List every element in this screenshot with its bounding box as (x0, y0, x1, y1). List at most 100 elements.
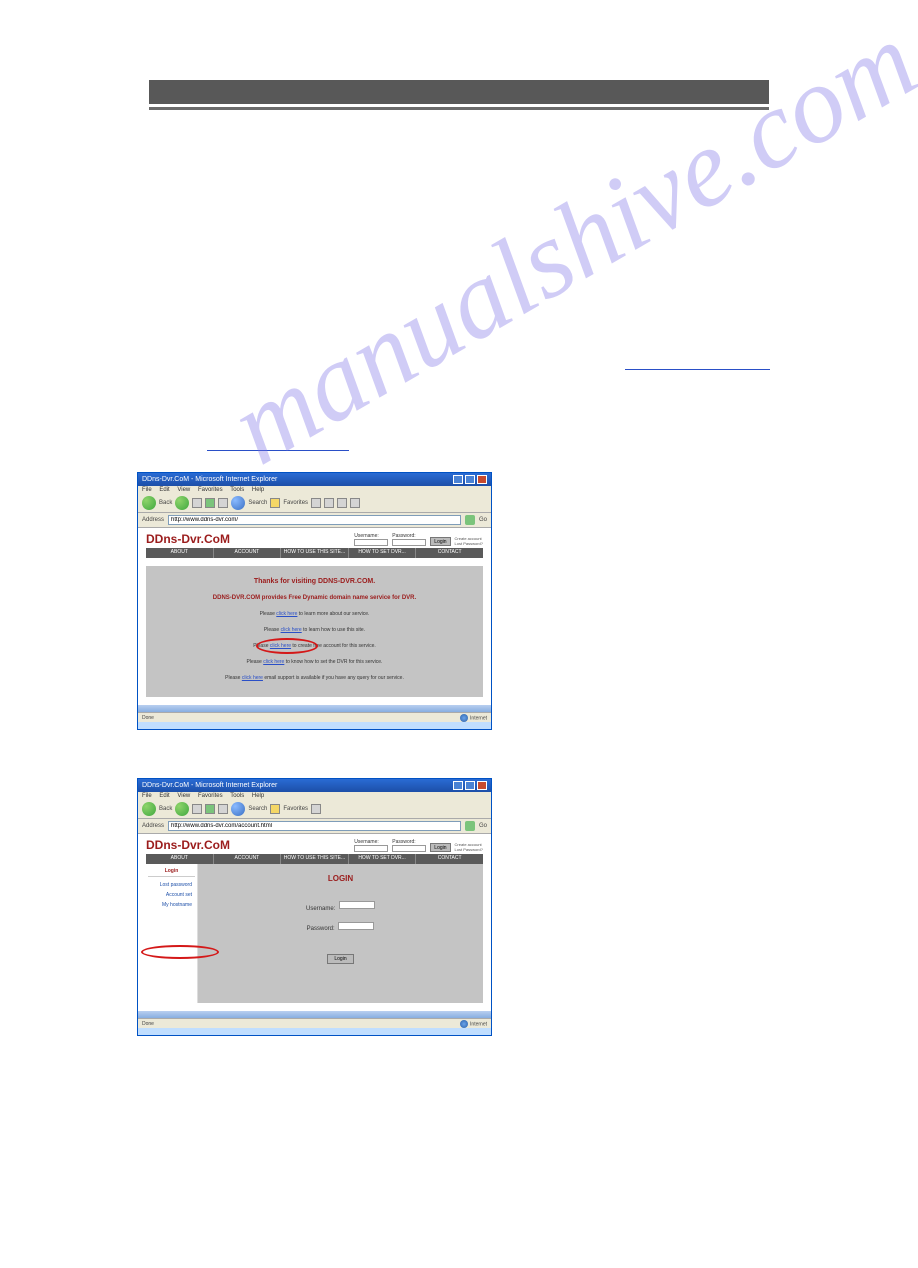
refresh-icon[interactable] (205, 498, 215, 508)
login-submit-button[interactable]: Login (327, 954, 353, 964)
mail-icon[interactable] (324, 498, 334, 508)
link-learn-more[interactable]: click here (276, 611, 297, 617)
nav-howto-dvr[interactable]: HOW TO SET DVR... (349, 548, 417, 558)
doc-header-bar (149, 80, 769, 104)
progress-bar (138, 705, 491, 712)
menu-edit[interactable]: Edit (159, 487, 169, 493)
username-label: Username: (306, 906, 335, 912)
site-nav: ABOUT ACCOUNT HOW TO USE THIS SITE... HO… (146, 548, 483, 558)
status-bar: Done Internet (138, 712, 491, 722)
back-label: Back (159, 500, 172, 506)
nav-account[interactable]: ACCOUNT (214, 548, 282, 558)
inline-login-button[interactable]: Login (430, 537, 450, 546)
edit-icon[interactable] (350, 498, 360, 508)
go-icon[interactable] (465, 515, 475, 525)
annotation-circle-login (141, 945, 219, 959)
nav-contact[interactable]: CONTACT (416, 854, 483, 864)
menu-help[interactable]: Help (252, 487, 264, 493)
sidebar-item-my-hostname[interactable]: My hostname (148, 900, 195, 910)
menu-edit[interactable]: Edit (159, 793, 169, 799)
inline-username-input[interactable] (354, 539, 388, 546)
inline-password-input[interactable] (392, 539, 426, 546)
menu-file[interactable]: File (142, 487, 152, 493)
page-content-1: DDns-Dvr.CoM Username: Password: Login C… (138, 528, 491, 712)
nav-about[interactable]: ABOUT (146, 854, 214, 864)
sidebar-login-head[interactable]: Login (148, 868, 195, 877)
status-done: Done (142, 1021, 154, 1027)
site-header: DDns-Dvr.CoM Username: Password: Login C… (138, 528, 491, 548)
menu-tools[interactable]: Tools (230, 487, 244, 493)
minimize-icon[interactable] (453, 475, 463, 484)
close-icon[interactable] (477, 475, 487, 484)
inline-login: Username: Password: Login Create account… (354, 533, 483, 546)
page2-layout: Login Lost password Account set My hostn… (146, 864, 483, 1003)
go-label: Go (479, 517, 487, 523)
inline-username-input[interactable] (354, 845, 388, 852)
forward-icon[interactable] (175, 496, 189, 510)
inline-password-input[interactable] (392, 845, 426, 852)
maximize-icon[interactable] (465, 781, 475, 790)
favorites-icon[interactable] (270, 498, 280, 508)
menu-favorites[interactable]: Favorites (198, 487, 223, 493)
link-howto-site[interactable]: click here (281, 627, 302, 633)
status-internet: Internet (470, 1021, 487, 1027)
stop-icon[interactable] (192, 498, 202, 508)
address-bar: Address Go (138, 513, 491, 528)
search-label: Search (248, 806, 267, 812)
menu-bar: File Edit View Favorites Tools Help (138, 792, 491, 800)
back-icon[interactable] (142, 496, 156, 510)
history-icon[interactable] (311, 498, 321, 508)
home-icon[interactable] (218, 498, 228, 508)
nav-account[interactable]: ACCOUNT (214, 854, 282, 864)
link-email-support[interactable]: click here (242, 675, 263, 681)
menu-favorites[interactable]: Favorites (198, 793, 223, 799)
search-icon[interactable] (231, 496, 245, 510)
menu-view[interactable]: View (177, 793, 190, 799)
lost-password-link[interactable]: Lost Password? (455, 848, 483, 852)
close-icon[interactable] (477, 781, 487, 790)
link-set-dvr[interactable]: click here (263, 659, 284, 665)
title-bar: DDns-Dvr.CoM - Microsoft Internet Explor… (138, 779, 491, 792)
print-icon[interactable] (337, 498, 347, 508)
doc-header-line (149, 107, 769, 110)
forward-icon[interactable] (175, 802, 189, 816)
login-title: LOGIN (208, 874, 473, 883)
menu-tools[interactable]: Tools (230, 793, 244, 799)
favorites-icon[interactable] (270, 804, 280, 814)
window-controls (453, 781, 487, 790)
nav-howto-site[interactable]: HOW TO USE THIS SITE... (281, 854, 349, 864)
address-input[interactable] (168, 821, 461, 831)
inline-login-button[interactable]: Login (430, 843, 450, 852)
top-link-underline-2 (207, 450, 349, 451)
search-icon[interactable] (231, 802, 245, 816)
nav-about[interactable]: ABOUT (146, 548, 214, 558)
password-input[interactable] (338, 922, 374, 930)
address-input[interactable] (168, 515, 461, 525)
minimize-icon[interactable] (453, 781, 463, 790)
home-icon[interactable] (218, 804, 228, 814)
lost-password-link[interactable]: Lost Password? (455, 542, 483, 546)
sidebar-item-lost-password[interactable]: Lost password (148, 880, 195, 890)
stop-icon[interactable] (192, 804, 202, 814)
back-icon[interactable] (142, 802, 156, 816)
site-logo: DDns-Dvr.CoM (146, 838, 230, 852)
line-howto-site: Please click here to learn how to use th… (150, 627, 479, 633)
nav-contact[interactable]: CONTACT (416, 548, 483, 558)
maximize-icon[interactable] (465, 475, 475, 484)
menu-help[interactable]: Help (252, 793, 264, 799)
username-input[interactable] (339, 901, 375, 909)
nav-howto-site[interactable]: HOW TO USE THIS SITE... (281, 548, 349, 558)
sidebar-item-account-set[interactable]: Account set (148, 890, 195, 900)
menu-view[interactable]: View (177, 487, 190, 493)
nav-howto-dvr[interactable]: HOW TO SET DVR... (349, 854, 417, 864)
go-icon[interactable] (465, 821, 475, 831)
menu-file[interactable]: File (142, 793, 152, 799)
line-set-dvr: Please click here to know how to set the… (150, 659, 479, 665)
address-label: Address (142, 823, 164, 829)
browser-window-1: DDns-Dvr.CoM - Microsoft Internet Explor… (137, 472, 492, 730)
title-bar: DDns-Dvr.CoM - Microsoft Internet Explor… (138, 473, 491, 486)
refresh-icon[interactable] (205, 804, 215, 814)
login-form: Username: Password: Login (208, 901, 473, 964)
status-done: Done (142, 715, 154, 721)
history-icon[interactable] (311, 804, 321, 814)
